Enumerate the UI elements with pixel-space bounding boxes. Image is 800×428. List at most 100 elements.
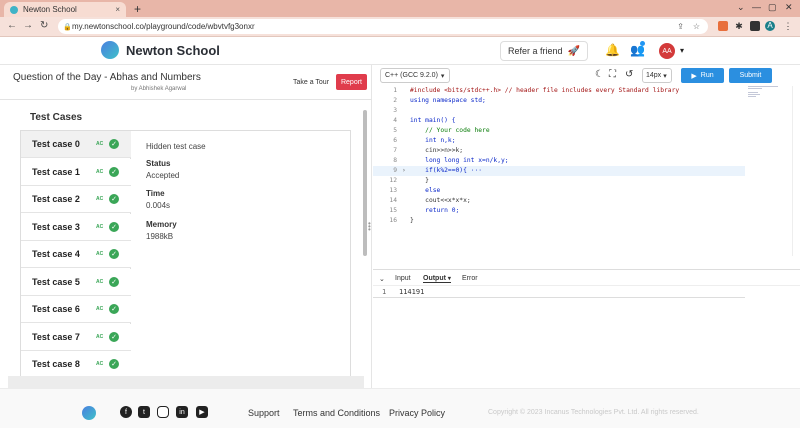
code-line: 7 cin>>n>>k; [373,146,745,156]
browser-toolbar: ← → ↻ 🔒 my.newtonschool.co/playground/co… [0,17,800,37]
output-value: 114191 [399,288,425,296]
language-select[interactable]: C++ (GCC 9.2.0) ▾ [380,68,450,83]
run-button[interactable]: ▶ Run [681,68,724,83]
reset-code-icon[interactable]: ↺ [625,69,633,80]
horizontal-scrollbar[interactable] [8,376,364,388]
minimize-icon[interactable]: — [752,2,761,12]
code-line: 3 [373,106,745,116]
close-window-icon[interactable]: ✕ [785,2,793,13]
test-case-item[interactable]: Test case 3 AC ✓ [21,214,131,241]
forward-icon[interactable]: → [23,20,33,31]
caret-down-icon[interactable]: ▾ [680,46,684,55]
test-case-item[interactable]: Test case 2 AC ✓ [21,186,131,213]
fold-chevron-icon[interactable]: › [402,167,406,174]
menu-dots-icon[interactable]: ⋮ [783,21,793,31]
youtube-icon[interactable]: ▶ [196,406,208,418]
instagram-icon[interactable] [157,406,169,418]
test-case-name: Test case 2 [32,194,80,204]
reload-icon[interactable]: ↻ [40,20,48,31]
back-icon[interactable]: ← [7,20,17,31]
code-editor[interactable]: 1 #include <bits/stdc++.h> // header fil… [373,86,800,256]
close-tab-icon[interactable]: × [115,5,120,14]
submit-button[interactable]: Submit [729,68,772,83]
puzzle-icon[interactable]: ✱ [734,21,744,31]
ac-badge: AC [96,279,104,285]
bell-icon[interactable]: 🔔 [605,43,620,57]
ac-badge: AC [96,224,104,230]
test-case-item[interactable]: Test case 1 AC ✓ [21,159,131,186]
ac-badge: AC [96,334,104,340]
test-case-item[interactable]: Test case 5 AC ✓ [21,269,131,296]
left-scrollbar[interactable] [363,110,367,256]
bookmark-star-icon[interactable]: ☆ [693,22,700,31]
browser-tab-title: Newton School [23,5,77,14]
browser-tab[interactable]: Newton School × [4,2,126,17]
footer-link-privacy[interactable]: Privacy Policy [389,408,445,418]
code-text: cin>>n>>k; [410,147,464,154]
play-icon: ▶ [691,72,697,80]
new-tab-button[interactable]: + [134,2,141,16]
divider [0,99,372,100]
editor-scrollbar[interactable] [792,86,800,256]
footer-logo-icon[interactable] [82,406,96,420]
facebook-icon[interactable]: f [120,406,132,418]
line-number: 9 [393,167,397,174]
dark-mode-icon[interactable]: ☾ [595,69,604,80]
test-case-name: Test case 6 [32,304,80,314]
code-line: 6 int n,k; [373,136,745,146]
extension-icon[interactable] [718,21,728,31]
chevron-down-icon[interactable]: ⌄ [737,2,745,13]
code-text: long long int x=n/k,y; [410,157,509,164]
tab-output[interactable]: Output ▾ [423,275,451,283]
twitter-icon[interactable]: t [138,406,150,418]
code-text: } [410,177,429,184]
check-icon: ✓ [109,249,119,259]
address-bar[interactable]: 🔒 my.newtonschool.co/playground/code/wbv… [58,19,708,34]
code-line: 14 cout<<x*x*x; [373,196,745,206]
test-case-name: Test case 1 [32,167,80,177]
code-text: return 0; [410,207,460,214]
code-line: 13 else [373,186,745,196]
test-case-item[interactable]: Test case 4 AC ✓ [21,241,131,268]
line-number: 14 [389,197,397,204]
memory-value: 1988kB [146,232,174,241]
fullscreen-icon[interactable]: ⛶ [609,69,616,80]
maximize-icon[interactable]: ▢ [768,2,777,13]
code-text: cout<<x*x*x; [410,197,471,204]
tab-input[interactable]: Input [395,275,411,282]
take-tour-button[interactable]: Take a Tour [289,75,333,90]
test-case-item[interactable]: Test case 6 AC ✓ [21,296,131,323]
line-number: 16 [389,217,397,224]
tab-error[interactable]: Error [462,275,478,282]
question-panel: Question of the Day - Abhas and Numbers … [0,65,372,388]
footer-link-terms[interactable]: Terms and Conditions [293,408,380,418]
profile-avatar[interactable]: A [765,21,775,31]
site-footer: f t in ▶ Support Terms and Conditions Pr… [0,388,800,428]
test-case-item[interactable]: Test case 8 AC ✓ [21,351,131,378]
newton-logo-icon[interactable] [101,41,119,59]
caret-down-icon: ▾ [447,276,451,282]
user-avatar[interactable]: AA [659,43,675,59]
panel-resize-handle[interactable]: • • • [368,220,371,234]
line-number: 12 [389,177,397,184]
collapse-chevron-icon[interactable]: ⌄ [379,275,385,283]
lock-icon: 🔒 [63,23,72,31]
logo-text[interactable]: Newton School [126,43,220,58]
site-favicon-icon [10,5,18,14]
test-case-name: Test case 7 [32,332,80,342]
test-cases-box: Test case 0 AC ✓ Test case 1 AC ✓ Test c… [20,130,351,382]
report-button[interactable]: Report [336,74,367,90]
font-size-select[interactable]: 14px ▾ [642,68,672,83]
test-cases-heading: Test Cases [30,112,83,123]
test-case-name: Test case 0 [32,139,80,149]
code-line: 9 › if(k%2==0){ ··· [373,166,745,176]
linkedin-icon[interactable]: in [176,406,188,418]
code-minimap[interactable] [748,86,778,100]
test-case-item[interactable]: Test case 0 AC ✓ [21,131,131,158]
refer-friend-button[interactable]: Refer a friend 🚀 [500,41,588,61]
side-panel-icon[interactable] [750,21,760,31]
share-icon[interactable]: ⇪ [677,22,684,31]
footer-link-support[interactable]: Support [248,408,280,418]
test-case-item[interactable]: Test case 7 AC ✓ [21,324,131,351]
time-value: 0.004s [146,201,171,210]
